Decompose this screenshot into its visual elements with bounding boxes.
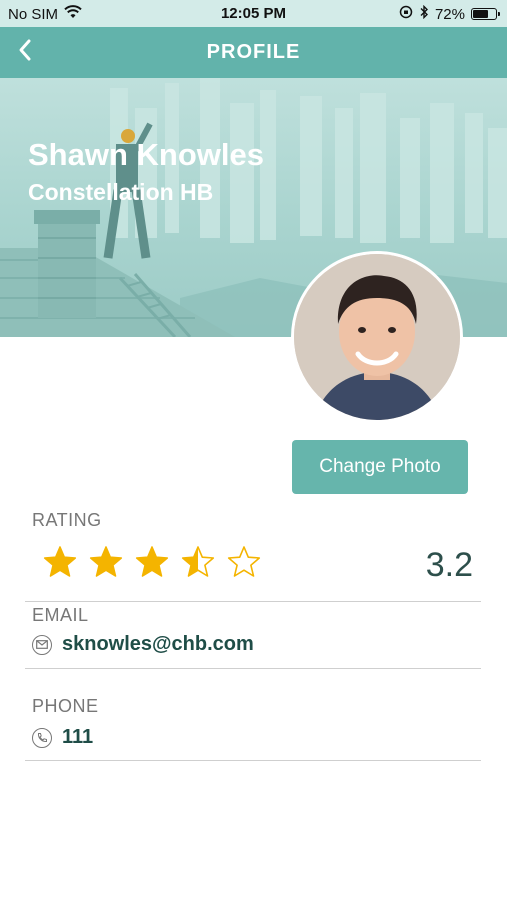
bluetooth-icon bbox=[419, 4, 429, 23]
rating-value: 3.2 bbox=[425, 546, 473, 584]
phone-row: 111 bbox=[32, 726, 93, 749]
star-full-icon bbox=[89, 546, 123, 577]
change-photo-button[interactable]: Change Photo bbox=[292, 440, 468, 494]
email-label: EMAIL bbox=[32, 605, 89, 625]
phone-label: PHONE bbox=[32, 696, 99, 716]
mail-icon bbox=[32, 634, 52, 655]
star-empty-icon bbox=[227, 546, 261, 577]
status-bar: No SIM 12:05 PM 72% bbox=[0, 0, 507, 27]
phone-icon bbox=[32, 727, 52, 748]
star-full-icon bbox=[43, 546, 77, 577]
battery-fill bbox=[473, 10, 488, 18]
email-row: sknowles@chb.com bbox=[32, 633, 254, 656]
star-half-icon bbox=[181, 546, 215, 577]
avatar bbox=[291, 251, 463, 423]
rating-stars bbox=[43, 545, 261, 579]
profile-company: Constellation HB bbox=[28, 179, 214, 205]
battery-icon bbox=[471, 8, 500, 20]
page-title: PROFILE bbox=[206, 41, 301, 63]
status-right: 72% bbox=[399, 4, 500, 23]
battery-percent: 72% bbox=[434, 5, 465, 23]
divider bbox=[25, 601, 481, 602]
rating-label: RATING bbox=[32, 510, 102, 530]
email-value[interactable]: sknowles@chb.com bbox=[62, 633, 254, 656]
nav-bar: PROFILE bbox=[0, 27, 507, 78]
phone-value[interactable]: 111 bbox=[62, 726, 93, 749]
divider bbox=[25, 668, 481, 669]
star-full-icon bbox=[135, 546, 169, 577]
profile-name: Shawn Knowles bbox=[28, 137, 264, 172]
avatar-photo bbox=[294, 254, 460, 420]
orientation-lock-icon bbox=[399, 5, 413, 23]
divider bbox=[25, 760, 481, 761]
